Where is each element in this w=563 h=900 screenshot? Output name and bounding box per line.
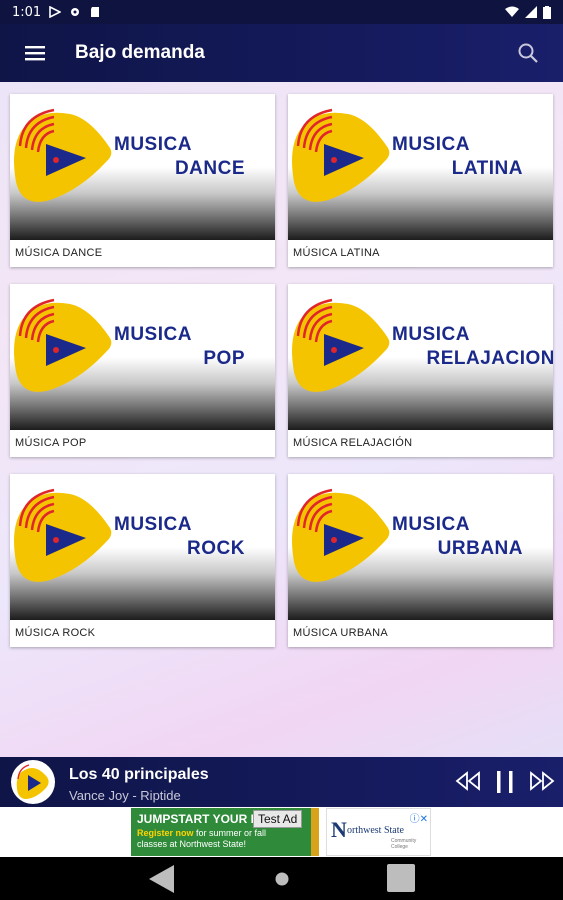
status-time: 1:01 (12, 4, 42, 20)
recents-icon[interactable] (386, 863, 416, 893)
system-nav-bar (0, 857, 563, 900)
ad-headline: JUMPSTART YOUR F (137, 812, 258, 826)
station-thumbnail: MUSICA POP (10, 284, 275, 430)
ad-brand-sub: Community College (391, 838, 417, 850)
station-avatar-icon (11, 760, 55, 804)
station-thumbnail: MUSICA ROCK (10, 474, 275, 620)
hamburger-menu-icon (25, 46, 45, 61)
station-card-6[interactable]: MUSICA URBANA MÚSICA URBANA (288, 474, 553, 647)
status-bar: 1:01 (0, 0, 563, 24)
thumbnail-title-line1: MUSICA (392, 324, 470, 345)
test-ad-badge: Test Ad (253, 810, 303, 828)
home-icon[interactable] (274, 871, 290, 887)
radio-play-logo-icon (14, 108, 112, 202)
play-store-icon (49, 6, 62, 18)
ad-body-line1: for summer or fall (193, 828, 267, 838)
station-caption: MÚSICA DANCE (15, 247, 103, 259)
ad-info-close-icon[interactable]: ⓘ✕ (410, 810, 428, 825)
station-caption: MÚSICA RELAJACIÓN (293, 437, 413, 449)
thumbnail-title-line2: ROCK (187, 538, 245, 559)
thumbnail-title-line1: MUSICA (392, 134, 470, 155)
settings-gear-icon (71, 8, 80, 16)
radio-play-logo-icon (292, 298, 390, 392)
station-thumbnail: MUSICA DANCE (10, 94, 275, 240)
ad-brand-panel[interactable]: N orthwest State Community College ⓘ✕ (326, 808, 431, 856)
thumbnail-title-line2: POP (203, 348, 245, 369)
thumbnail-title-line2: RELAJACION (426, 348, 553, 369)
back-icon[interactable] (146, 863, 176, 895)
thumbnail-title-line2: DANCE (174, 158, 245, 179)
station-card-4[interactable]: MUSICA RELAJACION MÚSICA RELAJACIÓN (288, 284, 553, 457)
thumbnail-title-line1: MUSICA (114, 514, 192, 535)
ad-brand-initial: N (331, 817, 347, 842)
thumbnail-title-line2: URBANA (437, 538, 523, 559)
thumbnail-title-line1: MUSICA (114, 324, 192, 345)
now-playing-title: Los 40 principales (69, 766, 209, 783)
thumbnail-title-line1: MUSICA (114, 134, 192, 155)
thumbnail-title-line2: LATINA (451, 158, 523, 179)
radio-play-logo-icon (292, 488, 390, 582)
pause-icon[interactable] (494, 770, 516, 794)
station-thumbnail: MUSICA RELAJACION (288, 284, 553, 430)
station-card-1[interactable]: MUSICA DANCE MÚSICA DANCE (10, 94, 275, 267)
station-card-2[interactable]: MUSICA LATINA MÚSICA LATINA (288, 94, 553, 267)
fast-forward-icon[interactable] (529, 771, 555, 791)
ad-body-line2: classes at Northwest State! (137, 839, 247, 849)
radio-play-logo-icon (14, 488, 112, 582)
station-thumbnail: MUSICA URBANA (288, 474, 553, 620)
station-caption: MÚSICA ROCK (15, 627, 96, 639)
wifi-icon (505, 6, 519, 17)
page-title: Bajo demanda (75, 42, 205, 63)
now-playing-artist: Vance Joy - Riptide (69, 788, 181, 803)
now-playing-bar[interactable]: Los 40 principales Vance Joy - Riptide (0, 757, 563, 807)
signal-icon (525, 6, 537, 18)
station-card-3[interactable]: MUSICA POP MÚSICA POP (10, 284, 275, 457)
ad-body-highlight: Register now (137, 828, 194, 838)
ad-body: Register now for summer or fall classes a… (137, 828, 266, 850)
search-button[interactable] (493, 24, 563, 82)
app-bar: Bajo demanda (0, 24, 563, 82)
station-caption: MÚSICA URBANA (293, 627, 388, 639)
station-card-5[interactable]: MUSICA ROCK MÚSICA ROCK (10, 474, 275, 647)
station-caption: MÚSICA POP (15, 437, 87, 449)
station-thumbnail: MUSICA LATINA (288, 94, 553, 240)
station-grid: MUSICA DANCE MÚSICA DANCE MUSICA LATINA … (10, 94, 554, 647)
ad-stripe (311, 808, 319, 856)
ad-brand-name: orthwest State (347, 825, 404, 836)
radio-play-logo-icon (14, 298, 112, 392)
search-icon (518, 43, 538, 63)
station-caption: MÚSICA LATINA (293, 247, 380, 259)
sd-card-icon (91, 7, 100, 17)
radio-play-logo-icon (292, 108, 390, 202)
thumbnail-title-line1: MUSICA (392, 514, 470, 535)
menu-button[interactable] (0, 24, 70, 82)
battery-icon (543, 5, 551, 19)
rewind-icon[interactable] (455, 771, 481, 791)
